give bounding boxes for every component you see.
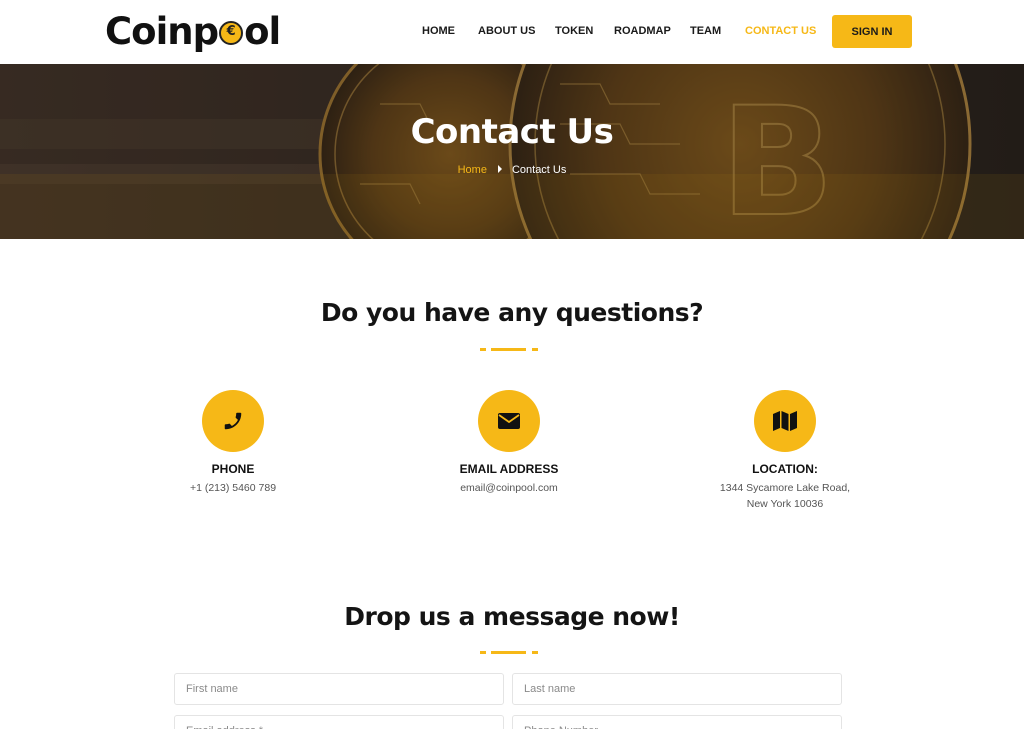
coin-icon (219, 21, 244, 45)
message-title: Drop us a message now! (344, 602, 680, 631)
questions-title: Do you have any questions? (320, 298, 704, 327)
nav-contact-us[interactable]: CONTACT US (745, 25, 816, 37)
nav-team[interactable]: TEAM (690, 25, 721, 37)
map-icon (754, 390, 816, 452)
nav-token[interactable]: TOKEN (555, 25, 593, 37)
phone-heading: PHONE (211, 462, 255, 476)
location-address-line-2: New York 10036 (746, 498, 824, 510)
envelope-icon (478, 390, 540, 452)
nav-roadmap[interactable]: ROADMAP (614, 25, 671, 37)
contact-info-email: EMAIL ADDRESS email@coinpool.com (409, 390, 609, 496)
nav-about-us[interactable]: ABOUT US (478, 25, 535, 37)
email-heading: EMAIL ADDRESS (459, 462, 559, 476)
breadcrumb-home-link[interactable]: Home (458, 164, 487, 176)
page-hero: B Contact Us Home Contact Us (0, 64, 1024, 239)
page-title: Contact Us (410, 112, 614, 152)
phone-number[interactable]: +1 (213) 5460 789 (133, 480, 333, 496)
location-address-line-1: 1344 Sycamore Lake Road, (719, 482, 851, 494)
logo-text-end: ol (244, 9, 281, 53)
sign-in-button[interactable]: SIGN IN (832, 15, 912, 48)
phone-icon (202, 390, 264, 452)
location-address: 1344 Sycamore Lake Road, New York 10036 (685, 480, 885, 512)
logo-text-start: Coinp (105, 9, 219, 53)
contact-info-location: LOCATION: 1344 Sycamore Lake Road, New Y… (685, 390, 885, 512)
breadcrumb-current: Contact Us (511, 164, 567, 176)
first-name-field[interactable] (174, 673, 504, 705)
message-title-divider (480, 651, 538, 654)
nav-home[interactable]: HOME (422, 25, 455, 37)
breadcrumb-separator-icon (497, 165, 502, 173)
contact-info-phone: PHONE +1 (213) 5460 789 (133, 390, 333, 496)
site-header: Coinp ol HOME ABOUT US TOKEN ROADMAP TEA… (0, 0, 1024, 64)
questions-title-divider (480, 348, 538, 351)
breadcrumb: Home Contact Us (0, 164, 1024, 176)
email-address[interactable]: email@coinpool.com (409, 480, 609, 496)
email-field[interactable] (174, 715, 504, 729)
coinpool-logo[interactable]: Coinp ol (105, 9, 281, 53)
phone-number-field[interactable] (512, 715, 842, 729)
location-heading: LOCATION: (752, 462, 818, 476)
last-name-field[interactable] (512, 673, 842, 705)
